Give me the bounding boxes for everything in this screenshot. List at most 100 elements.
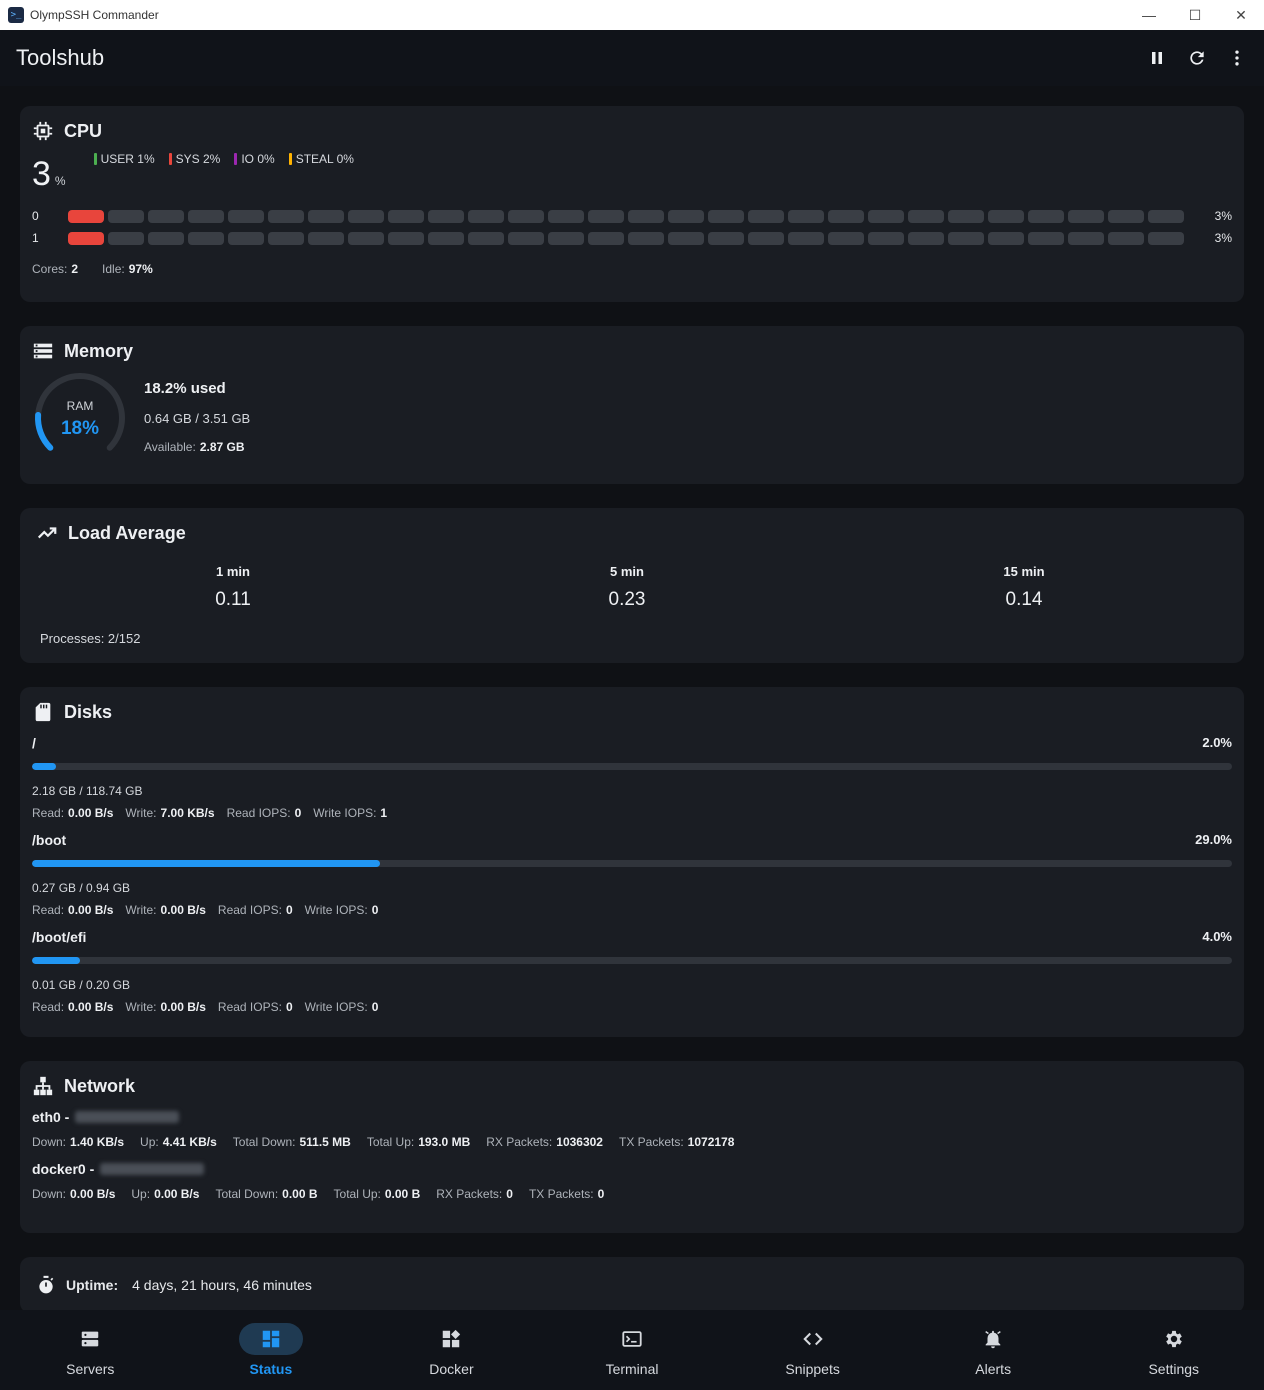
interface-stat-value: 1.40 KB/s bbox=[70, 1135, 125, 1149]
more-menu-button[interactable] bbox=[1226, 47, 1248, 69]
load-value: 0.23 bbox=[608, 589, 646, 610]
disk-stat-value: 0 bbox=[285, 903, 293, 917]
cpu-core-segment bbox=[668, 209, 704, 223]
memory-card-title: Memory bbox=[32, 340, 1232, 362]
cpu-core-segment bbox=[268, 209, 304, 223]
docker-icon bbox=[443, 1329, 461, 1348]
nav-icon-wrap bbox=[961, 1323, 1025, 1355]
interface-stat: Total Down: 0.00 B bbox=[215, 1187, 317, 1201]
interface-stat: Total Up: 193.0 MB bbox=[367, 1135, 470, 1149]
interface-header: eth0 - bbox=[32, 1109, 1232, 1125]
disk-stat-value: 0 bbox=[371, 903, 379, 917]
close-button[interactable]: ✕ bbox=[1218, 0, 1264, 30]
cpu-core-segment bbox=[988, 231, 1024, 245]
load-value: 0.14 bbox=[1005, 589, 1043, 610]
cpu-core-segment bbox=[588, 231, 624, 245]
cpu-core-segment bbox=[1148, 231, 1184, 245]
nav-item-settings[interactable]: Settings bbox=[1083, 1310, 1264, 1390]
cpu-legend-item: IO 0% bbox=[234, 152, 275, 166]
cpu-core-segment bbox=[428, 231, 464, 245]
status-content[interactable]: CPU 3 % USER 1% SYS 2% IO 0% STEAL 0% 0 3% 1 3… bbox=[20, 106, 1244, 1337]
cpu-core-segment bbox=[788, 231, 824, 245]
cpu-core-segment bbox=[548, 231, 584, 245]
disk-size: 0.01 GB / 0.20 GB bbox=[32, 978, 131, 992]
disk-stat-value: 7.00 KB/s bbox=[160, 806, 215, 820]
disk-stat: Read: 0.00 B/s bbox=[32, 1000, 113, 1014]
disk-mount: /boot/efi bbox=[32, 929, 87, 945]
disk-stat-value: 1 bbox=[380, 806, 388, 820]
disk-stat-value: 0.00 B/s bbox=[160, 903, 206, 917]
disk-usage-bar bbox=[32, 763, 1232, 770]
page-title: Toolshub bbox=[16, 45, 105, 70]
cpu-core-bar bbox=[68, 209, 1184, 223]
cpu-core-segment bbox=[108, 231, 144, 245]
nav-item-terminal[interactable]: Terminal bbox=[542, 1310, 723, 1390]
cpu-core-segment bbox=[268, 231, 304, 245]
uptime-label: Uptime: bbox=[66, 1277, 119, 1293]
nav-icon-wrap bbox=[58, 1323, 122, 1355]
load-card-title: Load Average bbox=[36, 522, 1232, 544]
cpu-legend-label: STEAL 0% bbox=[295, 152, 354, 166]
cpu-idle-value: 97% bbox=[128, 262, 153, 276]
interface-stat-label: Total Up: bbox=[333, 1187, 381, 1201]
pause-icon bbox=[1152, 52, 1162, 64]
cpu-core-segment bbox=[108, 209, 144, 223]
maximize-button[interactable]: ☐ bbox=[1172, 0, 1218, 30]
cpu-legend-label: USER 1% bbox=[100, 152, 155, 166]
cpu-core-segment bbox=[948, 231, 984, 245]
load-value: 0.11 bbox=[215, 589, 251, 610]
disk-usage-bar bbox=[32, 860, 1232, 867]
cpu-core-segment bbox=[868, 231, 904, 245]
network-card: Network eth0 - Down: 1.40 KB/s Up: 4.41 KB/s… bbox=[20, 1061, 1244, 1233]
cpu-core-segment bbox=[828, 209, 864, 223]
load-column-15min: 15 min 0.14 bbox=[824, 564, 1224, 611]
cpu-core-value: 3% bbox=[1214, 209, 1232, 223]
disk-header: /boot/efi 4.0% bbox=[32, 929, 1232, 945]
nav-item-alerts[interactable]: Alerts bbox=[903, 1310, 1084, 1390]
interface-stat-label: Down: bbox=[32, 1187, 67, 1201]
cpu-core-segment bbox=[988, 209, 1024, 223]
cpu-core-segment bbox=[1068, 209, 1104, 223]
nav-icon-wrap bbox=[781, 1323, 845, 1355]
interface-stat-label: TX Packets: bbox=[528, 1187, 594, 1201]
cpu-core-value: 3% bbox=[1214, 231, 1232, 245]
cpu-core-segment bbox=[908, 209, 944, 223]
disk-stat-label: Read IOPS: bbox=[217, 903, 282, 917]
interface-stat-value: 0.00 B bbox=[282, 1187, 318, 1201]
interface-header: docker0 - bbox=[32, 1161, 1232, 1177]
interface-stat: Down: 1.40 KB/s bbox=[32, 1135, 124, 1149]
disk-stat: Read IOPS: 0 bbox=[227, 806, 302, 820]
nav-item-snippets[interactable]: Snippets bbox=[722, 1310, 903, 1390]
cpu-core-segment bbox=[68, 231, 104, 245]
refresh-button[interactable] bbox=[1186, 47, 1208, 69]
nav-item-status[interactable]: Status bbox=[181, 1310, 362, 1390]
cpu-core-segment bbox=[388, 231, 424, 245]
disk-mount: / bbox=[32, 735, 36, 751]
pause-button[interactable] bbox=[1146, 47, 1168, 69]
interface-stat: Up: 4.41 KB/s bbox=[140, 1135, 217, 1149]
load-interval-label: 1 min bbox=[216, 564, 250, 579]
network-interface: eth0 - Down: 1.40 KB/s Up: 4.41 KB/s Total Do… bbox=[32, 1109, 1232, 1149]
nav-item-servers[interactable]: Servers bbox=[0, 1310, 181, 1390]
minimize-button[interactable]: — bbox=[1126, 0, 1172, 30]
load-column-5min: 5 min 0.23 bbox=[430, 564, 824, 611]
cpu-core-segment bbox=[508, 231, 544, 245]
window-titlebar: >_ OlympSSH Commander — ☐ ✕ bbox=[0, 0, 1264, 30]
cpu-core-segment bbox=[948, 209, 984, 223]
nav-label: Settings bbox=[1148, 1361, 1200, 1377]
cpu-legend-item: USER 1% bbox=[93, 152, 155, 166]
nav-item-docker[interactable]: Docker bbox=[361, 1310, 542, 1390]
cpu-core-segment bbox=[1108, 231, 1144, 245]
disk-item: / 2.0% 2.18 GB / 118.74 GB Read: 0.00 B/s Wri… bbox=[32, 735, 1232, 820]
interface-stat-value: 511.5 MB bbox=[299, 1135, 351, 1149]
refresh-icon bbox=[1190, 51, 1204, 65]
interface-stat-label: Total Down: bbox=[232, 1135, 296, 1149]
disk-stat: Read IOPS: 0 bbox=[218, 903, 293, 917]
interface-stat: RX Packets: 0 bbox=[436, 1187, 513, 1201]
cpu-core-segment bbox=[748, 209, 784, 223]
nav-label: Alerts bbox=[975, 1361, 1012, 1377]
more-vert-icon bbox=[1235, 50, 1239, 66]
disk-size: 2.18 GB / 118.74 GB bbox=[32, 784, 143, 798]
interface-stat-label: Up: bbox=[140, 1135, 159, 1149]
cpu-core-segment bbox=[588, 209, 624, 223]
